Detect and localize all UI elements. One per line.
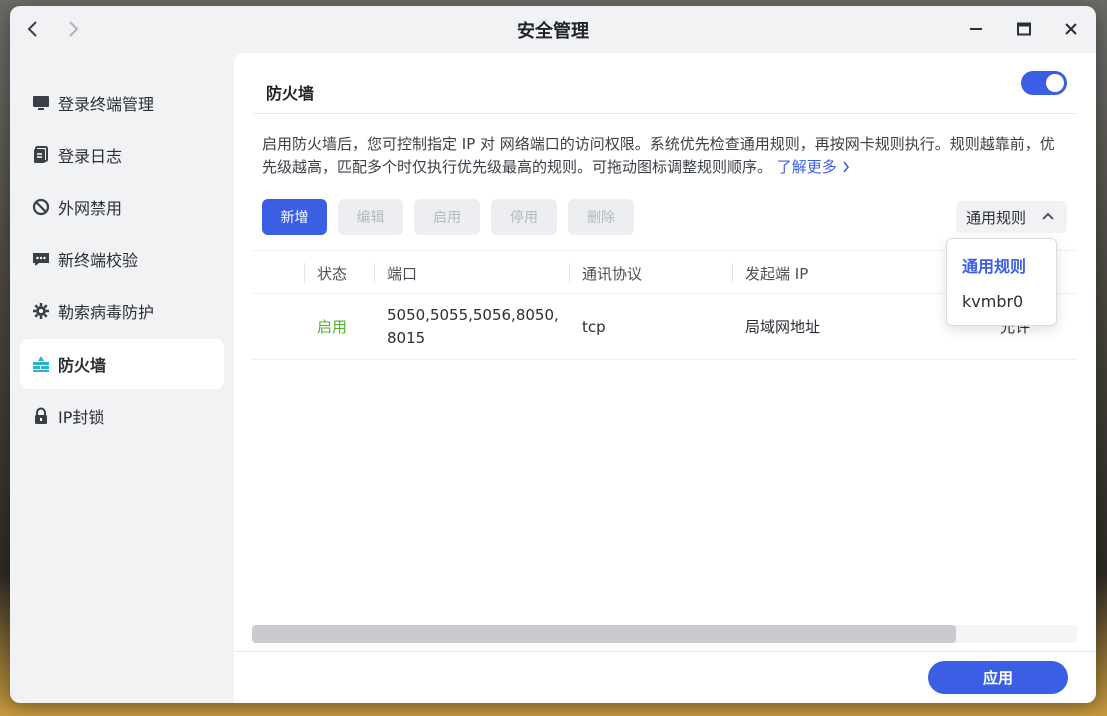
firewall-icon — [32, 355, 50, 373]
page-title: 防火墙 — [266, 84, 315, 103]
sidebar-item-new-terminal-verify[interactable]: 新终端校验 — [20, 234, 224, 284]
gear-icon — [32, 302, 50, 320]
row-protocol: tcp — [582, 317, 606, 336]
column-header-status: 状态 — [317, 264, 348, 283]
sidebar-item-firewall[interactable]: 防火墙 — [20, 339, 224, 389]
sidebar-item-ransomware-protect[interactable]: 勒索病毒防护 — [20, 286, 224, 336]
column-header-port: 端口 — [387, 264, 418, 283]
firewall-toggle[interactable] — [1021, 71, 1067, 95]
monitor-icon — [32, 94, 50, 112]
sidebar-item-wan-block[interactable]: 外网禁用 — [20, 182, 224, 232]
maximize-icon — [1017, 22, 1031, 36]
lock-icon — [32, 407, 50, 425]
sidebar-item-login-log[interactable]: 登录日志 — [20, 130, 224, 180]
sidebar: 登录终端管理 登录日志 外网禁用 新终端校验 勒索病毒防护 防火墙 IP封锁 — [10, 53, 234, 703]
maximize-button[interactable] — [1013, 18, 1035, 40]
toggle-knob — [1046, 74, 1064, 92]
disable-button[interactable]: 停用 — [491, 199, 557, 235]
sidebar-item-label: 登录终端管理 — [58, 95, 155, 114]
sidebar-item-label: 外网禁用 — [58, 199, 123, 218]
chevron-right-icon — [69, 21, 79, 37]
chevron-up-icon — [1042, 212, 1054, 220]
window-title: 安全管理 — [517, 20, 589, 42]
dropdown-option-general[interactable]: 通用规则 — [962, 250, 1026, 280]
row-source-ip: 局域网地址 — [745, 317, 821, 336]
dropdown-option-kvmbr0[interactable]: kvmbr0 — [962, 286, 1023, 316]
row-port: 5050,5055,5056,8050, 8015 — [387, 294, 559, 360]
minimize-icon — [970, 28, 982, 30]
description-text: 启用防火墙后，您可控制指定 IP 对 网络端口的访问权限。系统优先检查通用规则，… — [262, 133, 1062, 179]
scrollbar-thumb[interactable] — [252, 625, 956, 643]
chevron-right-icon — [842, 161, 849, 173]
close-icon — [1065, 23, 1077, 35]
apply-button[interactable]: 应用 — [928, 661, 1068, 694]
column-header-protocol: 通讯协议 — [582, 264, 643, 283]
sidebar-item-label: 勒索病毒防护 — [58, 303, 155, 322]
enable-button[interactable]: 启用 — [414, 199, 480, 235]
sidebar-item-label: 新终端校验 — [58, 251, 139, 270]
chat-icon — [32, 250, 50, 268]
forward-button[interactable] — [62, 18, 84, 40]
sidebar-item-ip-block[interactable]: IP封锁 — [20, 391, 224, 441]
title-bar: 安全管理 — [10, 6, 1096, 53]
minimize-button[interactable] — [965, 18, 987, 40]
security-window: 安全管理 登录终端管理 登录日志 外网禁用 新终端校验 勒索病毒防护 防火墙 I… — [10, 6, 1096, 703]
rule-type-select[interactable]: 通用规则 — [956, 201, 1067, 233]
column-separator — [569, 263, 570, 283]
log-icon — [32, 146, 50, 164]
rule-type-dropdown: 通用规则 kvmbr0 — [946, 238, 1057, 326]
description-body: 启用防火墙后，您可控制指定 IP 对 网络端口的访问权限。系统优先检查通用规则，… — [262, 135, 1055, 176]
sidebar-item-login-terminal[interactable]: 登录终端管理 — [20, 78, 224, 128]
close-button[interactable] — [1060, 18, 1082, 40]
column-separator — [732, 263, 733, 283]
column-separator — [304, 263, 305, 283]
add-button[interactable]: 新增 — [262, 199, 327, 235]
sidebar-item-label: IP封锁 — [58, 408, 105, 427]
row-port-line: 5050,5055,5056,8050, — [387, 306, 559, 324]
chevron-left-icon — [27, 21, 37, 37]
back-button[interactable] — [22, 18, 44, 40]
delete-button[interactable]: 删除 — [568, 199, 634, 235]
main-panel: 防火墙 启用防火墙后，您可控制指定 IP 对 网络端口的访问权限。系统优先检查通… — [234, 53, 1096, 703]
ban-icon — [32, 198, 50, 216]
sidebar-item-label: 防火墙 — [58, 356, 107, 375]
rule-select-value: 通用规则 — [966, 208, 1027, 227]
divider — [234, 651, 1096, 652]
row-status: 启用 — [317, 317, 348, 336]
column-header-source-ip: 发起端 IP — [745, 264, 809, 283]
column-separator — [374, 263, 375, 283]
learn-more-link[interactable]: 了解更多 — [777, 158, 850, 176]
row-port-line: 8015 — [387, 329, 426, 347]
divider — [254, 113, 1076, 114]
horizontal-scrollbar[interactable] — [252, 625, 1077, 643]
sidebar-item-label: 登录日志 — [58, 147, 123, 166]
edit-button[interactable]: 编辑 — [338, 199, 403, 235]
